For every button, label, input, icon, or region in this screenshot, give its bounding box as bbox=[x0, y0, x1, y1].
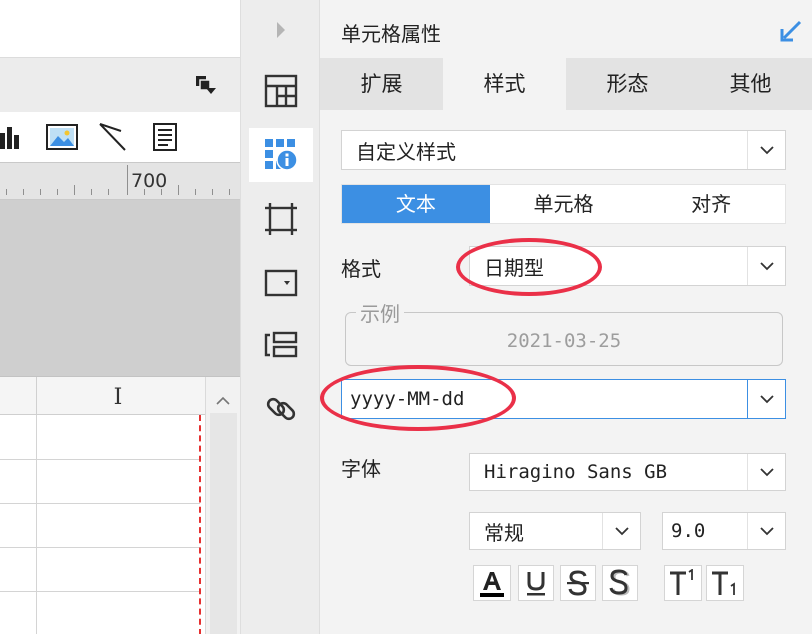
font-style-value: 常规 bbox=[484, 520, 524, 545]
insert-image-icon[interactable] bbox=[45, 122, 79, 152]
format-label: 格式 bbox=[341, 257, 381, 281]
chevron-down-icon[interactable] bbox=[747, 513, 785, 549]
font-size-select[interactable]: 9.0 bbox=[662, 512, 786, 550]
example-value: 2021-03-25 bbox=[506, 330, 622, 352]
style-preset-value: 自定义样式 bbox=[356, 139, 456, 164]
tab-other[interactable]: 其他 bbox=[689, 58, 812, 110]
page-break-line bbox=[199, 415, 201, 634]
border-frame-icon[interactable] bbox=[249, 192, 313, 246]
insert-chart-icon[interactable] bbox=[0, 122, 26, 152]
superscript-icon[interactable] bbox=[664, 565, 702, 601]
format-type-value: 日期型 bbox=[484, 255, 544, 280]
cell-element-icon[interactable] bbox=[249, 64, 313, 118]
toolbar-dropdown-icon[interactable] bbox=[194, 74, 218, 96]
float-element-icon[interactable] bbox=[249, 318, 313, 372]
font-style-select[interactable]: 常规 bbox=[469, 512, 641, 550]
column-header-row: I bbox=[0, 377, 205, 415]
widget-dropdown-icon[interactable] bbox=[249, 256, 313, 310]
example-legend: 示例 bbox=[356, 298, 404, 327]
design-canvas bbox=[0, 200, 240, 376]
segment-cell[interactable]: 单元格 bbox=[490, 185, 638, 223]
style-preset-select[interactable]: 自定义样式 bbox=[341, 130, 786, 170]
scrollbar-thumb[interactable] bbox=[210, 413, 237, 634]
column-header-i[interactable]: I bbox=[36, 377, 200, 415]
chevron-down-icon[interactable] bbox=[747, 131, 785, 169]
shadow-icon[interactable] bbox=[602, 565, 638, 601]
segment-text[interactable]: 文本 bbox=[342, 185, 490, 223]
subscript-icon[interactable] bbox=[706, 565, 744, 601]
property-tabs: 扩展 样式 形态 其他 bbox=[320, 58, 812, 110]
style-section-switch: 文本 单元格 对齐 bbox=[341, 184, 786, 224]
toolbar-band bbox=[0, 58, 240, 112]
tab-extend[interactable]: 扩展 bbox=[320, 58, 443, 110]
chevron-down-icon[interactable] bbox=[747, 454, 785, 490]
format-pattern-input[interactable]: yyyy-MM-dd bbox=[341, 379, 786, 419]
vertical-scrollbar[interactable] bbox=[205, 377, 240, 634]
format-pattern-value: yyyy-MM-dd bbox=[350, 388, 465, 410]
chevron-down-icon[interactable] bbox=[747, 380, 785, 418]
chevron-down-icon[interactable] bbox=[602, 513, 640, 549]
editor-header bbox=[0, 0, 240, 58]
insert-line-icon[interactable] bbox=[96, 122, 130, 152]
font-family-select[interactable]: Hiragino Sans GB bbox=[469, 453, 786, 491]
font-color-icon[interactable] bbox=[473, 565, 511, 601]
scroll-up-icon[interactable] bbox=[216, 391, 230, 405]
editor-area: 700 I bbox=[0, 0, 240, 634]
font-label: 字体 bbox=[341, 457, 381, 481]
dock-arrow-icon[interactable] bbox=[780, 20, 802, 46]
report-designer-window: 700 I 单元格属性 扩展 样式 形态 其他 自定义样式 文本 单元格 对齐 … bbox=[0, 0, 812, 634]
hyperlink-icon[interactable] bbox=[249, 382, 313, 436]
ruler-label: 700 bbox=[131, 170, 168, 192]
chevron-down-icon[interactable] bbox=[747, 247, 785, 285]
font-family-value: Hiragino Sans GB bbox=[484, 461, 668, 483]
segment-align[interactable]: 对齐 bbox=[637, 185, 785, 223]
strikethrough-icon[interactable] bbox=[560, 565, 596, 601]
format-type-select[interactable]: 日期型 bbox=[469, 246, 786, 286]
cell-grid: I bbox=[0, 376, 240, 634]
panel-title: 单元格属性 bbox=[341, 22, 441, 46]
property-side-strip bbox=[240, 0, 320, 634]
cell-attributes-icon[interactable] bbox=[249, 128, 313, 182]
collapse-arrow-icon[interactable] bbox=[275, 20, 287, 44]
tab-style[interactable]: 样式 bbox=[443, 58, 566, 110]
insert-toolbar bbox=[0, 112, 240, 162]
insert-text-icon[interactable] bbox=[148, 122, 182, 152]
tab-form[interactable]: 形态 bbox=[566, 58, 689, 110]
underline-icon[interactable] bbox=[518, 565, 554, 601]
horizontal-ruler: 700 bbox=[0, 162, 240, 200]
font-size-value: 9.0 bbox=[671, 520, 706, 542]
